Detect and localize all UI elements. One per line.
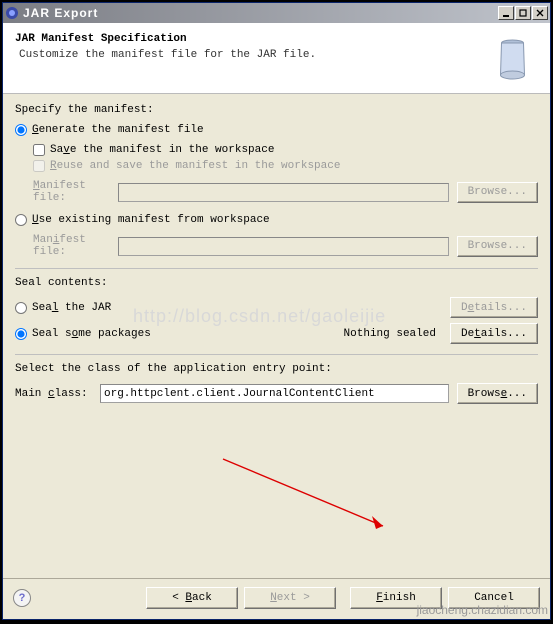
seal-some-details-button[interactable]: Details... [450,323,538,344]
use-existing-manifest-radio-input[interactable] [15,214,27,226]
next-button: Next > [244,587,336,609]
manifest-browse2-button: Browse... [457,236,538,257]
jar-icon [485,33,540,83]
main-class-label: Main class: [15,388,100,400]
maximize-button[interactable] [515,6,531,20]
seal-jar-details-button: Details... [450,297,538,318]
app-icon [5,6,19,20]
main-class-input[interactable] [100,384,449,403]
seal-some-radio-input[interactable] [15,328,27,340]
manifest-file-label: Manifest file: [33,180,118,204]
seal-status: Nothing sealed [344,328,436,340]
page-subtitle: Customize the manifest file for the JAR … [19,49,475,61]
seal-jar-radio-input[interactable] [15,302,27,314]
seal-section-label: Seal contents: [15,277,538,289]
back-button[interactable]: < Back [146,587,238,609]
generate-manifest-radio-input[interactable] [15,124,27,136]
annotation-arrow-icon [218,454,398,539]
seal-some-radio[interactable]: Seal some packages [15,328,344,340]
help-icon[interactable]: ? [13,589,31,607]
manifest-file2-input [118,237,449,256]
generate-manifest-radio[interactable]: GGenerate the manifest fileenerate the m… [15,124,538,136]
minimize-button[interactable] [498,6,514,20]
content-area: Specify the manifest: GGenerate the mani… [3,94,550,578]
manifest-section-label: Specify the manifest: [15,104,538,116]
site-watermark: jiaocheng.chazidian.com [417,603,548,617]
page-title: JAR Manifest Specification [15,33,475,45]
reuse-manifest-checkbox-input [33,160,45,172]
save-manifest-checkbox[interactable]: Save the manifest in the workspace [33,144,538,156]
manifest-file2-label: Manifest file: [33,234,118,258]
titlebar[interactable]: JAR Export [3,3,550,23]
save-manifest-checkbox-input[interactable] [33,144,45,156]
manifest-browse-button: Browse... [457,182,538,203]
wizard-header: JAR Manifest Specification Customize the… [3,23,550,94]
main-class-browse-button[interactable]: Browse... [457,383,538,404]
manifest-file-input [118,183,449,202]
reuse-manifest-checkbox: Reuse and save the manifest in the works… [33,160,538,172]
use-existing-manifest-radio[interactable]: Use existing manifest from workspace [15,214,538,226]
seal-jar-radio[interactable]: Seal the JAR [15,302,442,314]
dialog-window: JAR Export JAR Manifest Specification Cu… [2,2,551,620]
entry-section-label: Select the class of the application entr… [15,363,538,375]
window-title: JAR Export [23,6,498,20]
close-button[interactable] [532,6,548,20]
